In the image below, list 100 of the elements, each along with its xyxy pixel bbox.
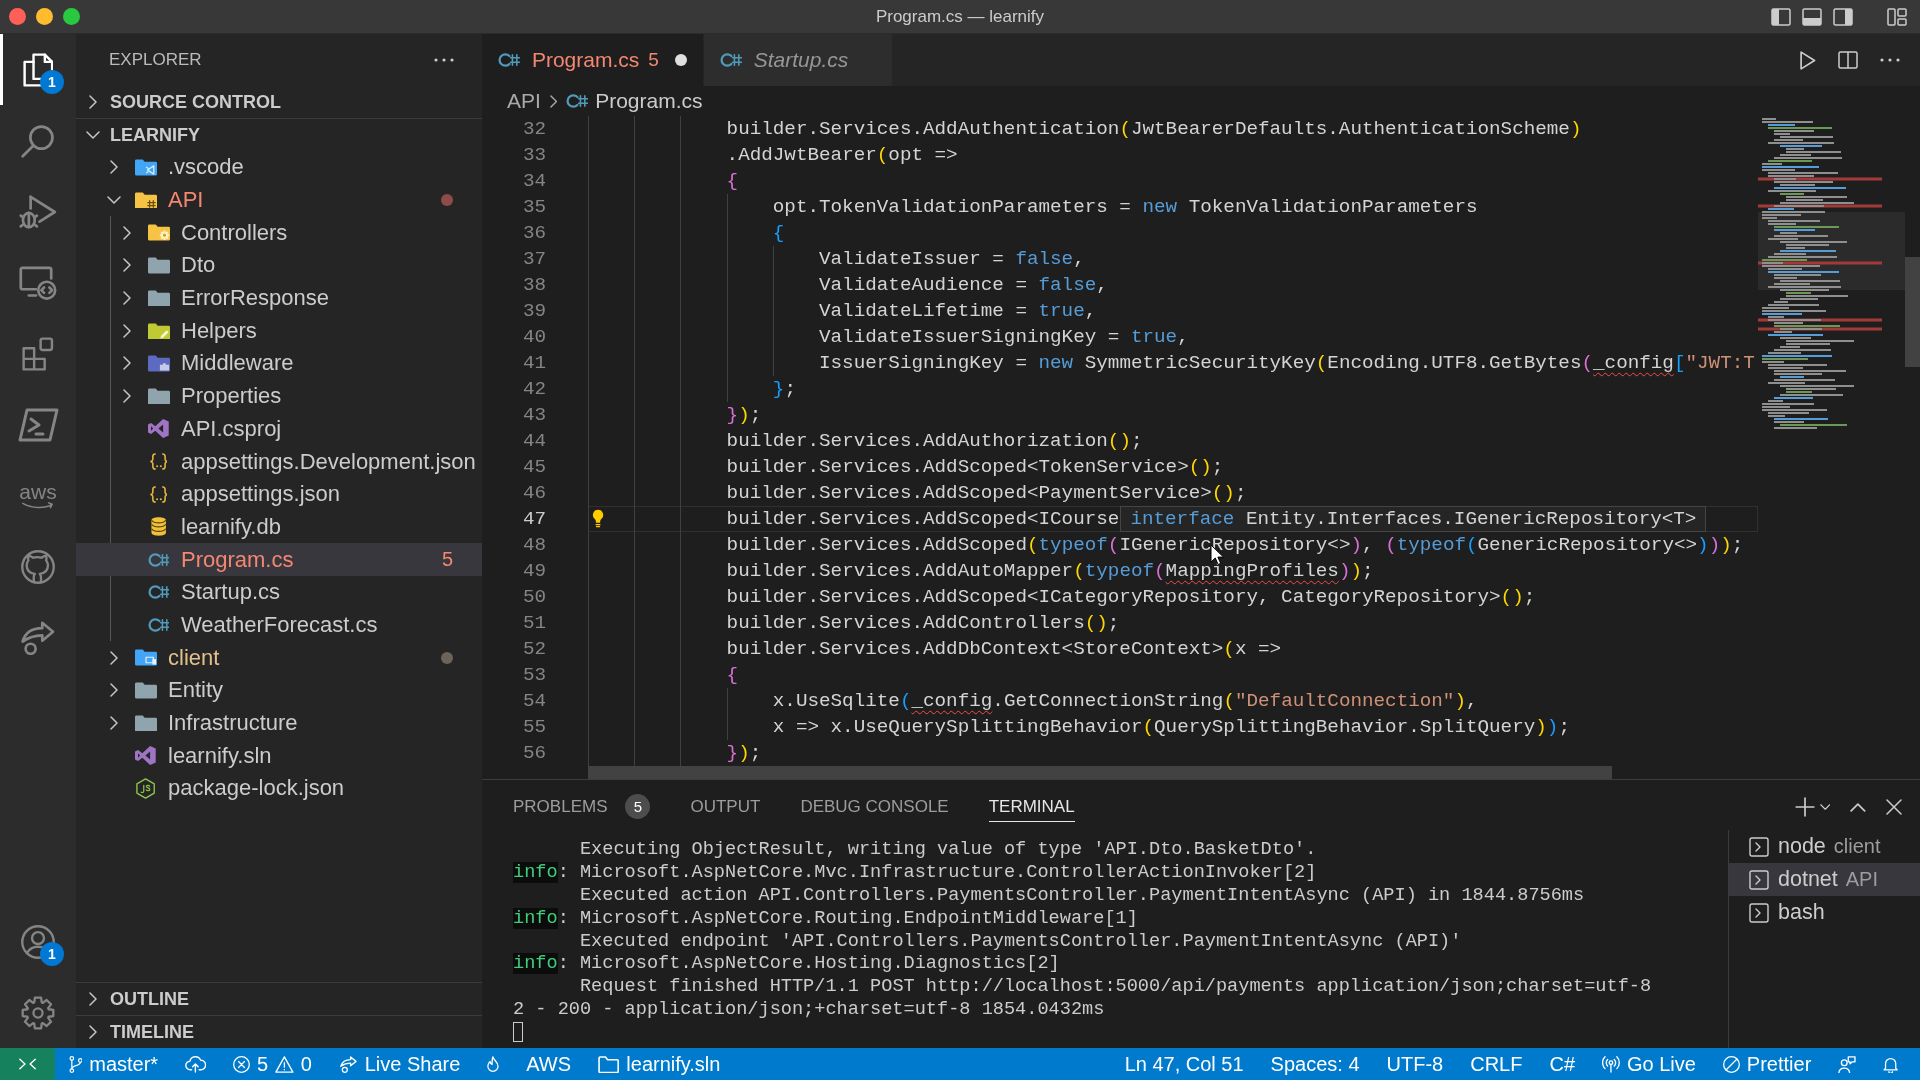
broadcast-icon	[1602, 1055, 1620, 1073]
terminal-line: info: Microsoft.AspNetCore.Mvc.Infrastructure.ControllerActionInvoker[2]	[513, 861, 1317, 883]
live-share-button[interactable]: Live Share	[325, 1048, 474, 1080]
panel-toggle-icon[interactable]	[1802, 7, 1822, 26]
line-number: 41	[522, 352, 546, 374]
line-number: 38	[522, 274, 546, 296]
plus-icon[interactable]	[1794, 797, 1815, 817]
chevron-up-icon[interactable]	[1850, 802, 1866, 812]
tree-item[interactable]: .vscode	[76, 151, 482, 184]
tree-item[interactable]: Helpers	[76, 314, 482, 348]
branch-button[interactable]: master*	[55, 1048, 172, 1080]
tree-item[interactable]: Entity	[76, 674, 482, 707]
tree-item[interactable]: Properties	[76, 379, 482, 413]
code-line: builder.Services.AddScoped<PaymentService>();	[726, 482, 1247, 504]
files-icon	[22, 52, 54, 87]
scrollbar-thumb[interactable]	[1905, 257, 1920, 367]
csharp-icon	[498, 53, 520, 67]
panel-tab[interactable]: DEBUG CONSOLE	[800, 792, 949, 822]
tree-item[interactable]: API.csproj	[76, 412, 482, 446]
secondary-sidebar-toggle-icon[interactable]	[1833, 7, 1853, 26]
panel-tab[interactable]: OUTPUT	[690, 792, 761, 822]
editor-tab[interactable]: Program.cs 5	[482, 34, 704, 86]
tree-item[interactable]: appsettings.json	[76, 477, 482, 511]
tree-item[interactable]: appsettings.Development.json	[76, 445, 482, 478]
csharp-icon	[566, 94, 589, 108]
window-title: Program.cs — learnify	[875, 6, 1045, 26]
split-editor-icon[interactable]	[1838, 51, 1858, 69]
close-icon[interactable]	[1886, 799, 1902, 815]
terminal-line: 2 - 200 - application/json;+charset=utf-8 1854.0432ms	[513, 999, 1105, 1021]
code-line: ValidateLifetime = true,	[819, 300, 1097, 322]
line-number: 44	[522, 430, 546, 452]
remote-monitor-icon	[19, 265, 57, 300]
editor-tab[interactable]: Startup.cs	[703, 34, 894, 86]
extensions-icon	[22, 336, 54, 371]
line-number: 51	[522, 612, 546, 634]
tree-item[interactable]: learnify.db	[76, 510, 482, 544]
code-line: };	[772, 378, 796, 400]
terminal-session[interactable]: dotnet API	[1729, 863, 1920, 896]
formatter-button[interactable]: Prettier	[1709, 1048, 1825, 1080]
account-icon	[21, 924, 55, 959]
layout-icon[interactable]	[1887, 7, 1907, 26]
tree-item[interactable]: Startup.cs	[76, 575, 482, 609]
tree-item[interactable]: client	[76, 641, 482, 674]
csharp-icon	[147, 617, 170, 632]
tree-item[interactable]: Dto	[76, 249, 482, 282]
scrollbar-thumb[interactable]	[588, 766, 1612, 779]
more-icon[interactable]	[1880, 58, 1900, 62]
activity-button[interactable]: 1	[0, 34, 76, 105]
status-item[interactable]: C#	[1535, 1048, 1589, 1080]
status-item[interactable]: Ln 47, Col 51	[1111, 1048, 1258, 1080]
section-header[interactable]: TIMELINE	[76, 1016, 482, 1048]
status-item[interactable]: CRLF	[1456, 1048, 1536, 1080]
chevron-down-icon[interactable]	[1819, 804, 1831, 810]
remote-button[interactable]	[0, 1048, 55, 1080]
zoom-window-button[interactable]	[63, 8, 80, 25]
folder-icon	[147, 257, 170, 274]
breadcrumb-item[interactable]: Program.cs	[566, 89, 703, 113]
tree-item[interactable]: Controllers	[76, 216, 482, 250]
activity-button[interactable]: aws	[0, 460, 76, 531]
tree-item[interactable]: API	[76, 183, 482, 217]
close-window-button[interactable]	[9, 8, 26, 25]
puzzle-folder-icon	[147, 355, 170, 372]
ribbon-logo-icon	[135, 746, 156, 766]
line-number: 32	[522, 118, 546, 140]
minimize-window-button[interactable]	[36, 8, 53, 25]
tree-item[interactable]: Infrastructure	[76, 706, 482, 740]
terminal-line: Executing ObjectResult, writing value of type 'API.Dto.BasketDto'.	[579, 839, 1317, 860]
bell-icon	[1883, 1055, 1899, 1073]
go-live-button[interactable]: Go Live	[1588, 1048, 1710, 1080]
status-item[interactable]: UTF-8	[1373, 1048, 1457, 1080]
tree-item[interactable]: Program.cs 5	[76, 543, 482, 576]
code-line: });	[726, 742, 762, 764]
cat-circle-icon	[21, 549, 55, 584]
activity-button[interactable]: 1	[0, 906, 76, 977]
status-item[interactable]: Spaces: 4	[1257, 1048, 1374, 1080]
tree-item[interactable]: ErrorResponse	[76, 281, 482, 315]
tree-item[interactable]: learnify.sln	[76, 739, 482, 773]
more-icon[interactable]	[434, 58, 454, 62]
terminal-session[interactable]: bash	[1729, 896, 1920, 929]
panel-tab[interactable]: PROBLEMS 5	[513, 792, 651, 822]
section-header[interactable]: OUTLINE	[76, 983, 482, 1015]
terminal-session[interactable]: node client	[1729, 830, 1920, 863]
line-number: 49	[522, 560, 546, 582]
tree-item[interactable]: WeatherForecast.cs	[76, 608, 482, 642]
line-number: 45	[522, 456, 546, 478]
breadcrumb-item[interactable]: API	[507, 89, 541, 113]
section-header[interactable]: LEARNIFY	[76, 119, 482, 151]
error-count: 5	[256, 1052, 269, 1076]
lightbulb-icon[interactable]	[592, 509, 605, 528]
panel-tab[interactable]: TERMINAL	[988, 792, 1075, 822]
run-icon[interactable]	[1800, 50, 1816, 70]
section-header[interactable]: SOURCE CONTROL	[76, 86, 482, 118]
braces-icon	[149, 453, 168, 471]
status-item[interactable]: AWS	[512, 1048, 585, 1080]
database-icon	[150, 517, 167, 537]
sidebar-toggle-icon[interactable]	[1771, 7, 1791, 26]
workspace-button[interactable]: learnify.sln	[584, 1048, 734, 1080]
problems-button[interactable]: 5 0	[219, 1048, 326, 1080]
tree-item[interactable]: package-lock.json	[76, 772, 482, 805]
tree-item[interactable]: Middleware	[76, 347, 482, 380]
